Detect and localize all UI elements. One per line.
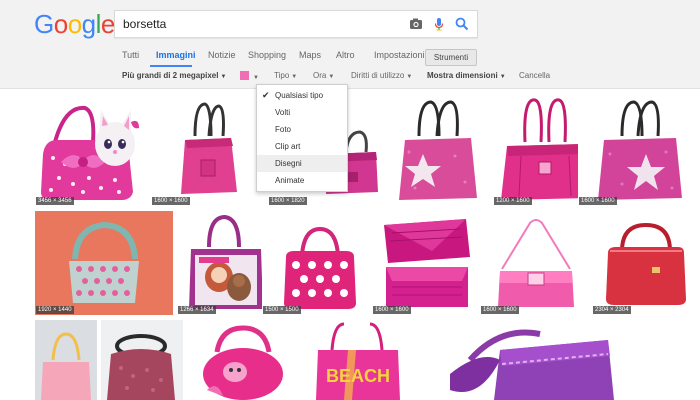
filter-type-label: Tipo xyxy=(274,71,290,80)
tab-settings[interactable]: Impostazioni xyxy=(374,50,425,60)
type-menu-item[interactable]: Disegni xyxy=(257,155,347,172)
type-menu-item-label: Volti xyxy=(275,108,291,117)
filter-type[interactable]: Tipo ▼ xyxy=(274,71,297,80)
search-input[interactable] xyxy=(123,14,393,34)
tab-images[interactable]: Immagini xyxy=(156,50,196,60)
google-logo[interactable]: Google xyxy=(34,9,115,39)
chevron-down-icon: ▼ xyxy=(328,74,335,80)
image-dimensions: 1920 × 1440 xyxy=(36,306,74,314)
type-menu-item[interactable]: ✔ Qualsiasi tipo xyxy=(257,87,347,104)
result-thumbnail[interactable] xyxy=(101,320,183,400)
result-thumbnail[interactable]: 2304 × 2304 xyxy=(592,211,700,315)
beach-bag-text: BEACH xyxy=(326,366,390,386)
image-dimensions: 1600 × 1600 xyxy=(579,197,617,205)
image-dimensions: 1600 × 1820 xyxy=(269,197,307,205)
type-menu-item-label: Animate xyxy=(275,176,305,185)
result-thumbnail[interactable]: 1600 × 1600 xyxy=(372,211,480,315)
filter-time[interactable]: Ora ▼ xyxy=(313,71,334,80)
tab-shopping[interactable]: Shopping xyxy=(248,50,286,60)
tab-news[interactable]: Notizie xyxy=(208,50,236,60)
type-menu-item[interactable]: Volti xyxy=(257,104,347,121)
tab-all[interactable]: Tutti xyxy=(122,50,139,60)
image-dimensions: 3456 × 3456 xyxy=(36,197,74,205)
type-menu-item-label: Disegni xyxy=(275,159,302,168)
result-thumbnail[interactable]: BEACH xyxy=(312,320,404,400)
checkmark-icon: ✔ xyxy=(262,90,270,100)
color-swatch xyxy=(240,71,249,80)
result-thumbnail[interactable]: 1600 × 1600 xyxy=(151,92,264,206)
logo-letter: o xyxy=(67,9,82,39)
image-dimensions: 2304 × 2304 xyxy=(593,306,631,314)
result-thumbnail[interactable]: 1500 × 1500 xyxy=(262,211,376,315)
type-menu-item-label: Foto xyxy=(275,125,292,134)
image-dimensions: 1600 × 1600 xyxy=(152,197,190,205)
type-dropdown-menu: ✔ Qualsiasi tipo Volti Foto Clip art Dise… xyxy=(256,84,348,192)
filter-rights[interactable]: Diritti di utilizzo ▼ xyxy=(351,71,412,80)
chevron-down-icon: ▼ xyxy=(291,74,298,80)
result-thumbnail[interactable]: 1920 × 1440 xyxy=(35,211,173,315)
image-dimensions: 1600 × 1600 xyxy=(481,306,519,314)
image-dimensions: 1500 × 1500 xyxy=(263,306,301,314)
type-menu-item[interactable]: Foto xyxy=(257,121,347,138)
chevron-down-icon: ▼ xyxy=(499,74,506,80)
filter-dimensions[interactable]: Mostra dimensioni ▼ xyxy=(427,71,506,80)
microphone-icon[interactable] xyxy=(430,15,448,33)
active-tab-indicator xyxy=(150,65,192,67)
type-menu-item-label: Qualsiasi tipo xyxy=(275,91,324,100)
filter-cancel[interactable]: Cancella xyxy=(519,71,550,80)
filter-size-label: Più grandi di 2 megapixel xyxy=(122,71,219,80)
result-thumbnail[interactable]: 1600 × 1600 xyxy=(578,92,700,206)
logo-letter: o xyxy=(53,9,68,39)
filter-time-label: Ora xyxy=(313,71,327,80)
result-thumbnail[interactable] xyxy=(385,92,495,206)
result-thumbnail[interactable] xyxy=(187,320,297,400)
logo-letter: G xyxy=(34,9,54,39)
search-box xyxy=(114,10,478,38)
tab-maps[interactable]: Maps xyxy=(299,50,321,60)
result-thumbnail[interactable]: 3456 × 3456 xyxy=(35,92,147,206)
chevron-down-icon: ▼ xyxy=(406,74,413,80)
filter-dimensions-label: Mostra dimensioni xyxy=(427,71,498,80)
result-thumbnail[interactable] xyxy=(35,320,97,400)
image-dimensions: 1600 × 1600 xyxy=(373,306,411,314)
type-menu-item-label: Clip art xyxy=(275,142,301,151)
tools-button[interactable]: Strumenti xyxy=(425,49,477,66)
camera-icon[interactable] xyxy=(407,15,425,33)
logo-letter: e xyxy=(100,9,115,39)
filter-color[interactable]: ▼ xyxy=(240,71,259,81)
chevron-down-icon: ▼ xyxy=(220,74,227,80)
chevron-down-icon: ▼ xyxy=(253,75,259,81)
tab-more[interactable]: Altro xyxy=(336,50,355,60)
header: Google Tutti xyxy=(0,0,700,89)
filter-size[interactable]: Più grandi di 2 megapixel ▼ xyxy=(122,71,226,80)
image-dimensions: 1200 × 1600 xyxy=(494,197,532,205)
image-dimensions: 1266 × 1634 xyxy=(178,306,216,314)
result-thumbnail[interactable] xyxy=(440,320,620,400)
search-icon[interactable] xyxy=(453,15,471,33)
type-menu-item[interactable]: Clip art xyxy=(257,138,347,155)
logo-letter: g xyxy=(81,9,96,39)
type-menu-item[interactable]: Animate xyxy=(257,172,347,189)
filter-rights-label: Diritti di utilizzo xyxy=(351,71,405,80)
result-thumbnail[interactable]: 1600 × 1600 xyxy=(480,211,592,315)
